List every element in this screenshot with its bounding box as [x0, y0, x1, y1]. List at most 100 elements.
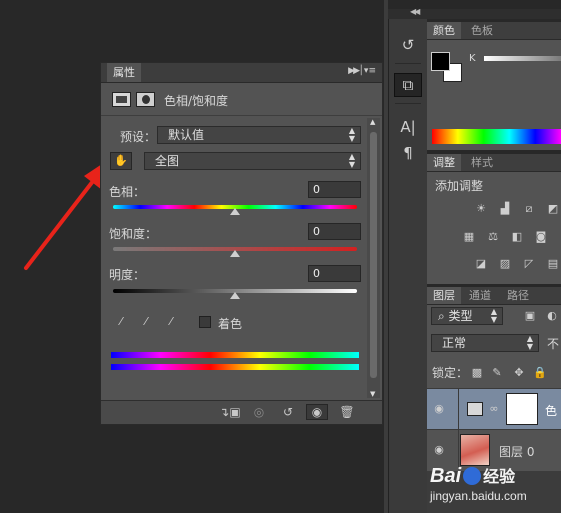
layer-row[interactable]: ◉ ∞ 色 [427, 388, 561, 429]
lock-all-icon[interactable]: 🔒 [533, 366, 547, 380]
layers-panel-tabs: 图层 通道 路径 [427, 287, 561, 305]
adjustment-layer-icon [467, 402, 483, 416]
eyedropper-plus-icon[interactable]: ⁄ [139, 315, 153, 329]
colorize-checkbox[interactable] [199, 316, 211, 328]
lightness-input[interactable]: 0 [308, 265, 361, 282]
preset-value: 默认值 [168, 128, 205, 142]
targeted-adjustment-hand-icon[interactable]: ✋ [110, 152, 132, 170]
view-previous-icon[interactable]: ◎ [249, 404, 269, 420]
adjustments-panel-tabs: 调整 样式 [427, 154, 561, 172]
curves-icon[interactable]: ⧄ [522, 202, 536, 216]
properties-icon[interactable]: ⧉ [394, 73, 422, 97]
layer-filter-select[interactable]: ⌕ 类型 ▲ ▼ [431, 307, 503, 325]
tab-color[interactable]: 颜色 [427, 22, 461, 39]
layer-name[interactable]: 色 [545, 402, 557, 419]
properties-panel-header[interactable]: 属性 ▶▶ │▾≡ [101, 63, 382, 83]
watermark-brand-tail: 经验 [483, 469, 516, 486]
lightness-label: 明度： [109, 268, 146, 282]
layer-mask-thumbnail[interactable] [506, 393, 538, 425]
invert-icon[interactable]: ◪ [474, 257, 488, 271]
lock-move-icon[interactable]: ✥ [512, 366, 526, 380]
hue-saturation-icon[interactable]: ▦ [462, 230, 476, 244]
scroll-up-icon[interactable]: ▲ [370, 118, 375, 126]
add-adjustment-label: 添加调整 [435, 179, 484, 193]
dock-collapse-bar[interactable]: ◀◀ [388, 7, 561, 19]
visibility-eye-icon[interactable]: ◉ [306, 404, 328, 420]
updown-icon: ▲ ▼ [490, 307, 497, 324]
paragraph-icon[interactable]: ¶ [394, 141, 422, 165]
brightness-icon[interactable]: ☀ [474, 202, 488, 216]
reset-icon[interactable]: ↺ [279, 404, 297, 420]
filter-kind-value: 类型 [448, 309, 473, 323]
tab-paths[interactable]: 路径 [501, 287, 535, 304]
adjustments-panel: 调整 样式 添加调整 ☀ ▟ ⧄ ◩ ▦ ⚖ ◧ ◙ ◪ ▨ ◸ ▤ [427, 154, 561, 284]
exposure-icon[interactable]: ◩ [546, 202, 560, 216]
collapse-panel-icon[interactable]: ▶▶ [348, 66, 360, 76]
eyedropper-minus-icon[interactable]: ⁄ [164, 315, 178, 329]
preset-select[interactable]: 默认值 ▲ ▼ [157, 126, 361, 144]
lightness-slider-thumb[interactable] [230, 292, 240, 299]
visibility-eye-icon[interactable]: ◉ [432, 443, 446, 457]
properties-panel: 属性 ▶▶ │▾≡ 色相/饱和度 预设： 默认值 ▲ ▼ ✋ 全图 ▲ ▼ 色相： … [100, 62, 383, 425]
filter-adjustment-icon[interactable]: ◐ [545, 309, 559, 323]
collapse-arrows-icon[interactable]: ◀◀ [410, 7, 420, 16]
blend-mode-select[interactable]: 正常 ▲ ▼ [431, 334, 539, 352]
updown-icon: ▲ ▼ [348, 126, 355, 143]
foreground-color-swatch[interactable] [431, 52, 450, 71]
tab-styles[interactable]: 样式 [465, 154, 499, 171]
hue-slider-thumb[interactable] [230, 208, 240, 215]
hue-input[interactable]: 0 [308, 181, 361, 198]
black-white-icon[interactable]: ◧ [510, 230, 524, 244]
saturation-input[interactable]: 0 [308, 223, 361, 240]
tab-swatches[interactable]: 色板 [465, 22, 499, 39]
saturation-slider-thumb[interactable] [230, 250, 240, 257]
watermark-url: jingyan.baidu.com [430, 489, 527, 503]
updown-icon: ▲ ▼ [348, 152, 355, 169]
range-select[interactable]: 全图 ▲ ▼ [144, 152, 361, 170]
clip-to-layer-icon[interactable]: ↴▣ [219, 404, 240, 420]
color-balance-icon[interactable]: ⚖ [486, 230, 500, 244]
output-spectrum-bar [111, 364, 359, 370]
visibility-eye-icon[interactable]: ◉ [432, 402, 446, 416]
posterize-icon[interactable]: ▨ [498, 257, 512, 271]
levels-icon[interactable]: ▟ [498, 202, 512, 216]
properties-footer: ↴▣ ◎ ↺ ◉ 🗑 [101, 400, 382, 424]
photo-filter-icon[interactable]: ◙ [534, 230, 548, 244]
character-icon[interactable]: A| [394, 115, 422, 139]
adjustment-layer-icon [112, 92, 131, 107]
updown-icon: ▲ ▼ [526, 334, 533, 351]
threshold-icon[interactable]: ◸ [522, 257, 536, 271]
panel-menu-icon[interactable]: │▾≡ [359, 66, 376, 76]
color-panel: 颜色 色板 K [427, 22, 561, 150]
hue-label: 色相： [109, 185, 146, 199]
divider [458, 389, 459, 429]
adjustment-title: 色相/饱和度 [164, 94, 229, 108]
tab-channels[interactable]: 通道 [463, 287, 497, 304]
tab-adjustments[interactable]: 调整 [427, 154, 461, 171]
color-ramp[interactable] [432, 129, 561, 144]
trash-icon[interactable]: 🗑 [338, 404, 356, 420]
properties-scrollbar[interactable]: ▲ ▼ [367, 118, 380, 398]
history-icon[interactable]: ↺ [394, 33, 422, 57]
layer-name[interactable]: 图层 0 [499, 443, 534, 460]
gradient-map-icon[interactable]: ▤ [546, 257, 560, 271]
blend-mode-value: 正常 [442, 336, 467, 350]
filter-pixel-icon[interactable]: ▣ [523, 309, 537, 323]
eyedropper-icon[interactable]: ⁄ [114, 315, 128, 329]
lock-paint-icon[interactable]: ✎ [490, 366, 504, 380]
tab-layers[interactable]: 图层 [427, 287, 461, 304]
scroll-thumb[interactable] [370, 132, 377, 378]
layer-mask-icon[interactable] [136, 92, 155, 107]
divider [395, 63, 421, 64]
colorize-label: 着色 [218, 317, 243, 331]
properties-tab[interactable]: 属性 [107, 63, 141, 82]
layer-thumbnail[interactable] [460, 434, 490, 466]
saturation-label: 饱和度： [109, 227, 158, 241]
k-channel-label: K [469, 53, 476, 64]
scroll-down-icon[interactable]: ▼ [370, 390, 375, 398]
lock-transparent-icon[interactable]: ▩ [470, 366, 484, 380]
k-slider-track[interactable] [484, 56, 561, 61]
paw-icon [463, 467, 482, 485]
divider [395, 103, 421, 104]
input-spectrum-bar [111, 352, 359, 358]
